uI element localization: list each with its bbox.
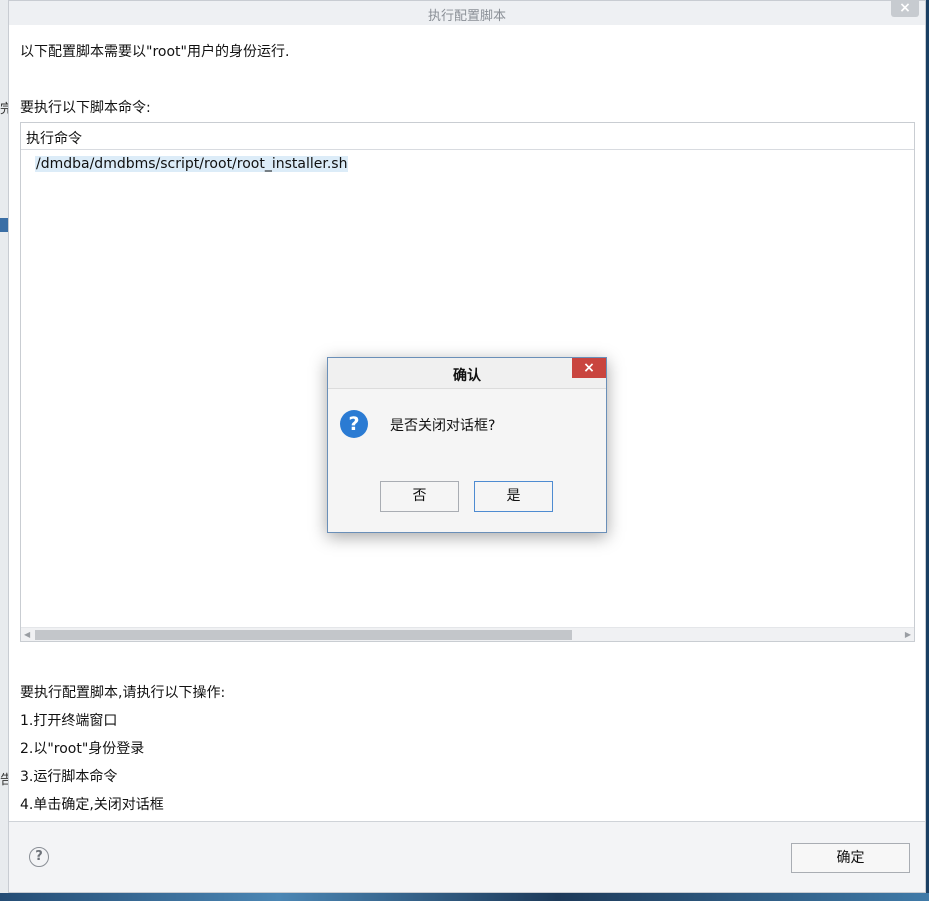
scroll-left-icon[interactable]: ◀ <box>24 628 30 641</box>
scrollbar-thumb[interactable] <box>35 630 572 640</box>
ok-button[interactable]: 确定 <box>791 843 910 873</box>
intro-text: 以下配置脚本需要以"root"用户的身份运行. <box>20 44 290 60</box>
column-header-command[interactable]: 执行命令 <box>26 128 82 148</box>
confirm-title: 确认 <box>453 368 481 384</box>
step-item: 1.打开终端窗口 <box>20 713 118 729</box>
scroll-right-icon[interactable]: ▶ <box>905 628 911 641</box>
desktop-background <box>0 893 929 901</box>
table-row[interactable]: /dmdba/dmdbms/script/root/root_installer… <box>35 156 349 172</box>
window-close-button[interactable]: × <box>891 0 919 17</box>
steps-title: 要执行配置脚本,请执行以下操作: <box>20 685 226 701</box>
question-icon: ? <box>340 410 368 438</box>
confirm-message: 是否关闭对话框? <box>390 418 496 434</box>
help-icon[interactable]: ? <box>29 847 49 867</box>
execute-label: 要执行以下脚本命令: <box>20 100 151 116</box>
steps-list: 要执行配置脚本,请执行以下操作: 1.打开终端窗口 2.以"root"身份登录 … <box>20 679 225 819</box>
confirm-close-button[interactable]: × <box>572 358 606 378</box>
confirm-dialog: 确认 × ? 是否关闭对话框? 否 是 <box>327 357 607 533</box>
no-button[interactable]: 否 <box>380 481 459 512</box>
dialog-footer: ? 确定 <box>9 822 925 892</box>
confirm-title-bar[interactable]: 确认 × <box>328 358 606 389</box>
horizontal-scrollbar[interactable]: ◀ ▶ <box>21 627 914 641</box>
window-title: 执行配置脚本 <box>427 9 506 24</box>
step-item: 4.单击确定,关闭对话框 <box>20 797 164 813</box>
step-item: 3.运行脚本命令 <box>20 769 118 785</box>
step-item: 2.以"root"身份登录 <box>20 741 145 757</box>
yes-button[interactable]: 是 <box>474 481 553 512</box>
table-header: 执行命令 <box>21 123 914 150</box>
title-bar[interactable]: 执行配置脚本 × <box>9 0 925 26</box>
